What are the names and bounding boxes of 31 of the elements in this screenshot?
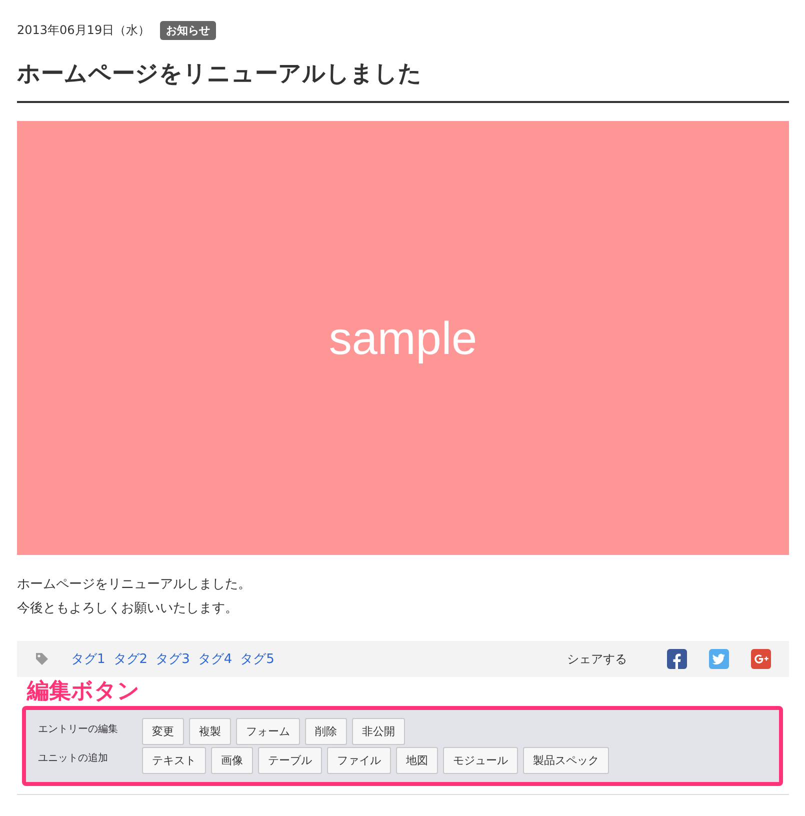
body-text: 今後ともよろしくお願いいたします。	[17, 600, 239, 618]
body-text: ホームページをリニューアルしました。	[17, 576, 252, 594]
edit-button[interactable]: 地図	[396, 747, 438, 774]
annotation-label: 編集ボタン	[27, 681, 140, 703]
share-label: シェアする	[567, 650, 627, 668]
entry-title: ホームページをリニューアルしました	[17, 44, 789, 103]
entry-date: 2013年06月19日（水）	[17, 22, 150, 38]
category-badge[interactable]: お知らせ	[160, 20, 216, 40]
tag-link[interactable]: タグ3	[156, 650, 190, 668]
google-plus-icon[interactable]	[751, 649, 771, 669]
edit-button[interactable]: 削除	[305, 718, 347, 745]
tag-link[interactable]: タグ1	[71, 650, 106, 668]
edit-button[interactable]: 画像	[211, 747, 253, 774]
row-label: ユニットの追加	[38, 752, 109, 765]
edit-button[interactable]: 複製	[189, 718, 231, 745]
facebook-icon[interactable]	[667, 649, 687, 669]
twitter-icon[interactable]	[709, 649, 729, 669]
edit-button[interactable]: フォーム	[236, 718, 300, 745]
edit-button[interactable]: 非公開	[352, 718, 405, 745]
edit-button[interactable]: モジュール	[443, 747, 518, 774]
edit-button[interactable]: 変更	[142, 718, 184, 745]
tag-link[interactable]: タグ4	[198, 650, 232, 668]
edit-button[interactable]: テーブル	[258, 747, 322, 774]
tag-icon	[35, 652, 49, 666]
edit-button[interactable]: 製品スペック	[523, 747, 609, 774]
edit-button[interactable]: ファイル	[327, 747, 391, 774]
sample-image: sample	[17, 121, 789, 555]
row-label: エントリーの編集	[38, 723, 119, 736]
tag-link[interactable]: タグ2	[113, 650, 148, 668]
tag-link[interactable]: タグ5	[240, 650, 274, 668]
edit-button[interactable]: テキスト	[142, 747, 206, 774]
